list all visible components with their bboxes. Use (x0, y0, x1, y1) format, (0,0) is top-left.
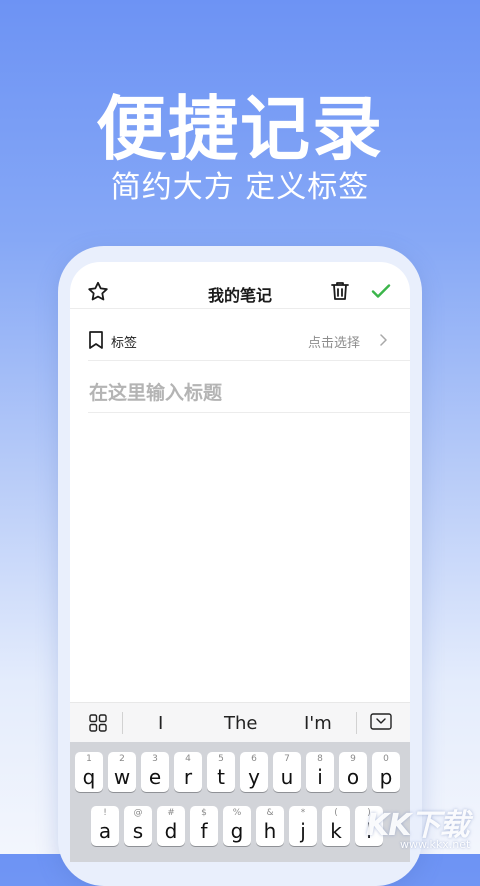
key-j[interactable]: * j (289, 806, 317, 846)
tag-row-divider (88, 360, 410, 361)
key-hint: 4 (185, 754, 191, 764)
suggestion-word[interactable]: I'm (304, 713, 332, 734)
key-hint: @ (133, 808, 143, 818)
watermark-logo: KK下载 www.kkx.net (366, 800, 478, 852)
key-char: p (379, 765, 393, 789)
key-char: g (230, 819, 244, 843)
key-hint: 1 (86, 754, 92, 764)
chevron-right-icon (380, 334, 387, 346)
key-p[interactable]: 0p (372, 752, 400, 792)
key-i[interactable]: 8i (306, 752, 334, 792)
key-char: f (200, 819, 208, 843)
key-char: r (183, 765, 193, 789)
check-icon[interactable] (369, 279, 393, 303)
suggestion-bar: I The I'm (70, 702, 410, 743)
key-hint: & (266, 808, 274, 818)
hero-title: 便捷记录 (96, 88, 384, 170)
suggestion-word[interactable]: The (224, 713, 257, 734)
key-hint: $ (201, 808, 207, 818)
key-char: o (346, 765, 360, 789)
key-hint: 7 (284, 754, 290, 764)
key-char: s (132, 819, 144, 843)
keyboard-hide-icon[interactable] (370, 713, 392, 733)
key-hint: * (300, 808, 306, 818)
key-r[interactable]: 4r (174, 752, 202, 792)
key-hint: 9 (350, 754, 356, 764)
key-char: a (98, 819, 112, 843)
key-o[interactable]: 9o (339, 752, 367, 792)
key-hint: 0 (383, 754, 389, 764)
header-divider (70, 308, 410, 309)
editor-header: 我的笔记 (70, 262, 410, 308)
title-divider (88, 412, 410, 413)
key-k[interactable]: (k (322, 806, 350, 846)
bookmark-icon (89, 331, 103, 349)
key-char: y (248, 765, 260, 789)
key-char: i (317, 765, 323, 789)
key-y[interactable]: 6y (240, 752, 268, 792)
suggestion-separator (356, 712, 357, 734)
key-char: w (113, 765, 131, 789)
key-hint: ( (334, 808, 338, 818)
key-char: j (300, 819, 306, 843)
title-input[interactable]: 在这里输入标题 (89, 378, 222, 405)
key-char: h (263, 819, 277, 843)
suggestion-separator (122, 712, 123, 734)
hero-subtitle: 简约大方 定义标签 (110, 170, 370, 205)
key-hint: 2 (119, 754, 125, 764)
page-title: 我的笔记 (207, 286, 272, 305)
key-hint: ! (103, 808, 107, 818)
key-g[interactable]: % g (223, 806, 251, 846)
key-hint: # (167, 808, 175, 818)
tag-selector-row[interactable]: 标签 点击选择 (70, 322, 410, 358)
key-a[interactable]: ! a (91, 806, 119, 846)
grid-icon[interactable] (89, 714, 107, 732)
key-char: d (164, 819, 178, 843)
key-hint: 8 (317, 754, 323, 764)
key-e[interactable]: 3e (141, 752, 169, 792)
key-char: t (217, 765, 225, 789)
key-w[interactable]: 2w (108, 752, 136, 792)
key-q[interactable]: 1q (75, 752, 103, 792)
key-t[interactable]: 5t (207, 752, 235, 792)
note-editor-screen: 我的笔记 标签 点击选择 在这里输入标题 I The I'm 1 q 2 w 3… (70, 262, 410, 862)
key-char: u (280, 765, 294, 789)
watermark-url: www.kkx.net (400, 838, 471, 851)
keyboard: 1q2w3e4r5t6y7u8i9o0p ! a @ s # d $ f% g & h * j(k) l (70, 742, 410, 862)
tag-label: 标签 (111, 336, 138, 351)
key-hint: 3 (152, 754, 158, 764)
key-hint: % (232, 808, 242, 818)
key-u[interactable]: 7u (273, 752, 301, 792)
key-h[interactable]: & h (256, 806, 284, 846)
key-char: e (148, 765, 162, 789)
trash-icon[interactable] (328, 279, 352, 303)
suggestion-word[interactable]: I (158, 713, 163, 734)
key-f[interactable]: $ f (190, 806, 218, 846)
key-hint: 5 (218, 754, 224, 764)
key-s[interactable]: @ s (124, 806, 152, 846)
key-hint: 6 (251, 754, 257, 764)
tag-select-action[interactable]: 点击选择 (308, 332, 360, 351)
key-d[interactable]: # d (157, 806, 185, 846)
key-char: q (82, 765, 96, 789)
key-char: k (330, 819, 342, 843)
